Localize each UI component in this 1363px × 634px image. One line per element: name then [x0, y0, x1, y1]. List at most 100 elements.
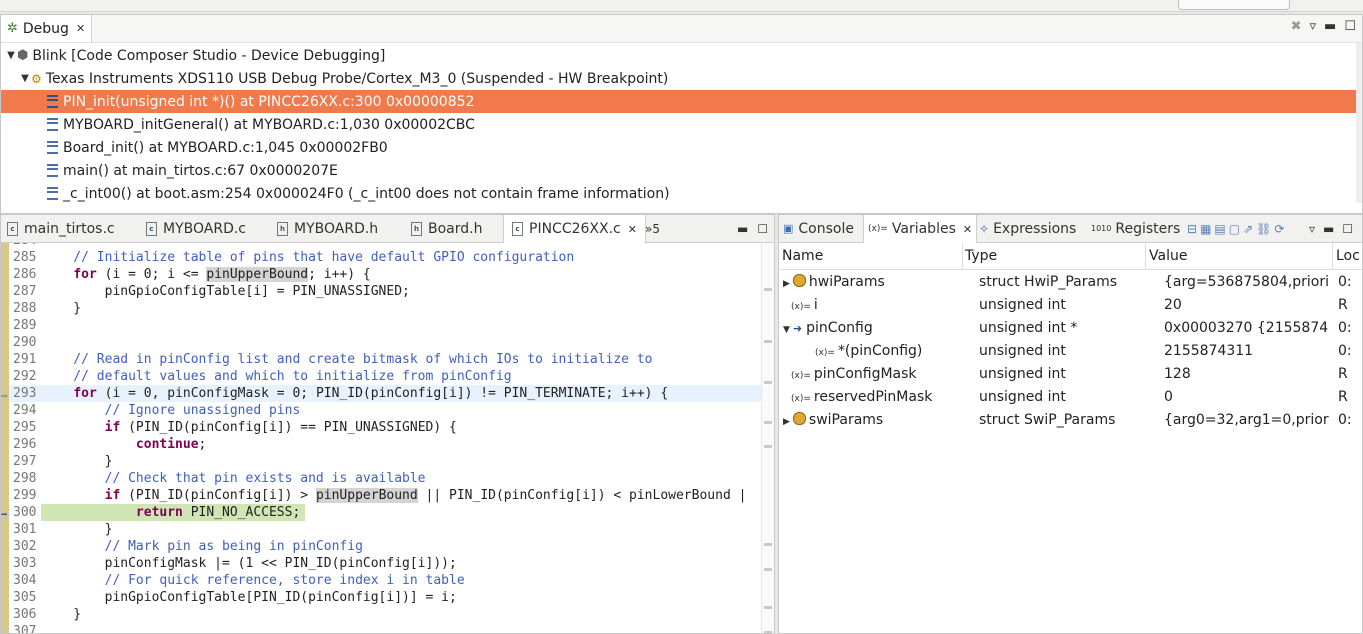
- maximize-icon[interactable]: ☐: [757, 222, 768, 236]
- close-icon[interactable]: ✕: [628, 223, 637, 236]
- debug-tree-item[interactable]: ▼ ⚙ Texas Instruments XDS110 USB Debug Pro…: [1, 67, 1360, 90]
- refresh-icon[interactable]: ⟳: [1274, 222, 1284, 236]
- remove-all-terminated-icon[interactable]: ✖: [1291, 19, 1302, 34]
- code-line[interactable]: 287 pinGpioConfigTable[i] = PIN_UNASSIGN…: [1, 283, 761, 300]
- code-line[interactable]: 297 }: [1, 453, 761, 470]
- debug-tree-item[interactable]: ▼ ⬢ Blink [Code Composer Studio - Device D…: [1, 44, 1360, 67]
- variable-row[interactable]: ▶ swiParams struct SwiP_Params {arg0=32,arg…: [779, 409, 1362, 432]
- tab-pincc26xx[interactable]: c PINCC26XX.c ✕: [503, 215, 646, 243]
- annotation-marker: [1, 572, 9, 589]
- annotation-marker: [1, 334, 9, 351]
- variable-type: struct SwiP_Params: [979, 412, 1116, 428]
- variable-row[interactable]: ▶ hwiParams struct HwiP_Params {arg=5368758…: [779, 271, 1362, 294]
- variable-row[interactable]: ▼ ➜ pinConfig unsigned int * 0x00003270 {215…: [779, 317, 1362, 340]
- code-line[interactable]: 301 }: [1, 521, 761, 538]
- chevron-right-icon[interactable]: ▶: [783, 279, 790, 289]
- export-icon[interactable]: ⇗: [1243, 222, 1253, 236]
- code-line[interactable]: 303 pinConfigMask |= (1 << PIN_ID(pinCon…: [1, 555, 761, 572]
- tab-myboard-c[interactable]: c MYBOARD.c: [146, 215, 246, 242]
- column-value[interactable]: Value: [1146, 243, 1333, 269]
- tab-myboard-h[interactable]: h MYBOARD.h: [277, 215, 378, 242]
- debug-tree-item[interactable]: Board_init() at MYBOARD.c:1,045 0x00002F…: [1, 136, 1360, 159]
- code-line[interactable]: 304 // For quick reference, store index …: [1, 572, 761, 589]
- code-line[interactable]: 299 if (PIN_ID(pinConfig[i]) > pinUpperB…: [1, 487, 761, 504]
- columns-icon[interactable]: ▤: [1214, 222, 1225, 236]
- code-line[interactable]: 294 // Ignore unassigned pins: [1, 402, 761, 419]
- code-text: // Read in pinConfig list and create bit…: [42, 352, 653, 367]
- debug-tree-item[interactable]: main() at main_tirtos.c:67 0x0000207E: [1, 159, 1360, 182]
- variable-row[interactable]: (x)= i unsigned int 20 R: [779, 294, 1362, 317]
- code-area[interactable]: 284285 // Initialize table of pins that …: [1, 243, 761, 633]
- chevron-down-icon[interactable]: ▼: [5, 50, 17, 61]
- debug-tree-label: Blink [Code Composer Studio - Device Deb…: [32, 47, 386, 64]
- code-line[interactable]: 305 pinGpioConfigTable[PIN_ID(pinConfig[…: [1, 589, 761, 606]
- variable-type: struct HwiP_Params: [979, 274, 1118, 290]
- column-location[interactable]: Loc: [1333, 243, 1363, 269]
- debug-tree-item[interactable]: MYBOARD_initGeneral() at MYBOARD.c:1,030…: [1, 113, 1360, 136]
- view-menu-icon[interactable]: ▿: [1310, 19, 1317, 34]
- tab-debug[interactable]: ✲ Debug ✕: [1, 15, 93, 42]
- scrollbar[interactable]: [1356, 43, 1362, 203]
- code-line[interactable]: 300 return PIN_NO_ACCESS; ➡: [1, 504, 761, 521]
- code-line[interactable]: 286 for (i = 0; i <= pinUpperBound; i++)…: [1, 266, 761, 283]
- column-name[interactable]: Name: [779, 243, 963, 269]
- minimize-icon[interactable]: ▬: [1323, 222, 1334, 236]
- code-line[interactable]: 293 for (i = 0, pinConfigMask = 0; PIN_I…: [1, 385, 761, 402]
- annotation-marker: [1, 538, 9, 555]
- chevron-down-icon[interactable]: ▼: [783, 325, 790, 335]
- maximize-icon[interactable]: ☐: [1342, 222, 1353, 236]
- tab-main-tirtos[interactable]: c main_tirtos.c: [7, 215, 115, 242]
- view-menu-icon[interactable]: ▿: [1309, 222, 1315, 236]
- stack-frame-icon: [47, 141, 58, 154]
- code-line[interactable]: 292 // default values and which to initi…: [1, 368, 761, 385]
- select-all-icon[interactable]: ▦: [1200, 222, 1211, 236]
- code-line[interactable]: 289: [1, 317, 761, 334]
- code-line[interactable]: 298 // Check that pin exists and is avai…: [1, 470, 761, 487]
- debug-tree-label: Texas Instruments XDS110 USB Debug Probe…: [45, 70, 669, 87]
- chevron-down-icon[interactable]: ▼: [19, 73, 31, 84]
- close-icon[interactable]: ✕: [963, 223, 972, 236]
- variable-row[interactable]: (x)= pinConfigMask unsigned int 128 R: [779, 363, 1362, 386]
- debug-tree-item[interactable]: PIN_init(unsigned int *)() at PINCC26XX.…: [1, 90, 1360, 113]
- tab-expressions[interactable]: ✧ Expressions: [979, 215, 1076, 242]
- code-line[interactable]: 306 }: [1, 606, 761, 623]
- tab-overflow[interactable]: »5: [645, 215, 660, 242]
- maximize-icon[interactable]: ☐: [1344, 19, 1356, 34]
- code-text: if (PIN_ID(pinConfig[i]) > pinUpperBound…: [104, 488, 747, 503]
- code-line[interactable]: 302 // Mark pin as being in pinConfig: [1, 538, 761, 555]
- tab-variables[interactable]: (x)= Variables ✕: [863, 215, 978, 243]
- chevron-right-icon[interactable]: ▶: [783, 417, 790, 427]
- debug-tree-item[interactable]: _c_int00() at boot.asm:254 0x000024F0 (_…: [1, 182, 1360, 205]
- code-line[interactable]: 291 // Read in pinConfig list and create…: [1, 351, 761, 368]
- variable-row[interactable]: (x)= *(pinConfig) unsigned int 2155874311 0:: [779, 340, 1362, 363]
- debug-tree-label: PIN_init(unsigned int *)() at PINCC26XX.…: [63, 93, 475, 110]
- variable-loc: R: [1338, 389, 1348, 405]
- code-text: return PIN_NO_ACCESS;: [42, 504, 301, 521]
- search-field[interactable]: [1178, 0, 1290, 10]
- tab-console[interactable]: ▣ Console: [783, 215, 854, 242]
- minimize-icon[interactable]: ▬: [737, 222, 748, 236]
- code-line[interactable]: 285 // Initialize table of pins that hav…: [1, 249, 761, 266]
- column-type[interactable]: Type: [962, 243, 1146, 269]
- line-number: 300: [13, 505, 37, 520]
- close-icon[interactable]: ✕: [76, 22, 85, 35]
- tab-registers[interactable]: 1010 Registers: [1091, 215, 1180, 242]
- variable-type: unsigned int: [979, 343, 1066, 359]
- minimize-icon[interactable]: ▬: [1324, 19, 1336, 34]
- link-icon[interactable]: ⛓: [1256, 222, 1271, 236]
- tab-board-h[interactable]: h Board.h: [411, 215, 482, 242]
- code-line[interactable]: 295 if (PIN_ID(pinConfig[i]) == PIN_UNAS…: [1, 419, 761, 436]
- tab-label: Expressions: [993, 220, 1077, 237]
- new-icon[interactable]: ▢: [1229, 222, 1240, 236]
- overview-ruler[interactable]: [761, 243, 774, 634]
- line-number: 299: [13, 488, 37, 503]
- collapse-all-icon[interactable]: ⊟: [1187, 222, 1197, 236]
- editor-controls: ▬ ☐: [737, 215, 768, 242]
- variable-name: hwiParams: [808, 274, 885, 290]
- annotation-marker: [1, 453, 9, 470]
- code-line[interactable]: 290: [1, 334, 761, 351]
- debug-tree-label: main() at main_tirtos.c:67 0x0000207E: [63, 162, 338, 179]
- code-line[interactable]: 296 continue;: [1, 436, 761, 453]
- variable-row[interactable]: (x)= reservedPinMask unsigned int 0 R: [779, 386, 1362, 409]
- code-line[interactable]: 288 }: [1, 300, 761, 317]
